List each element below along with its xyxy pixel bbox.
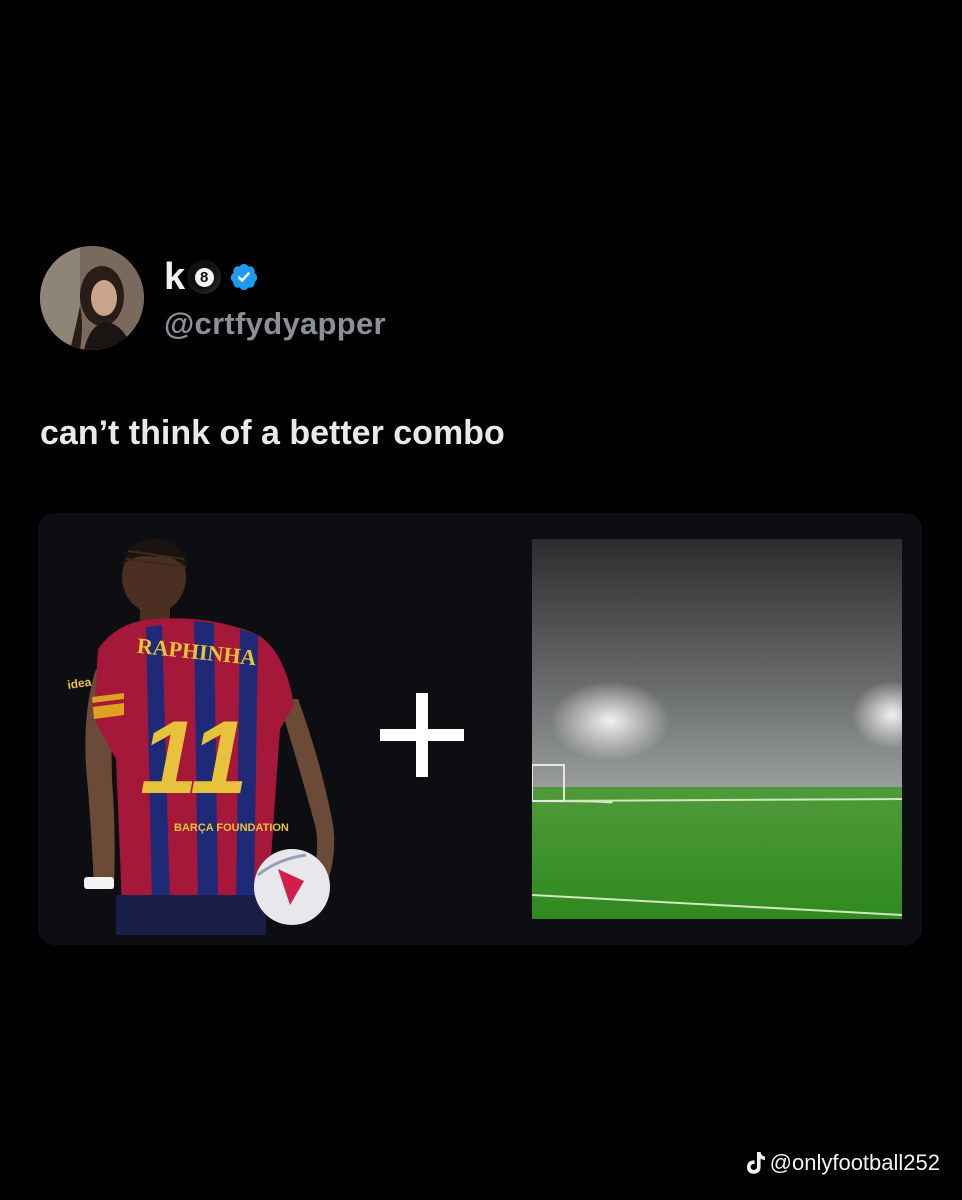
tiktok-icon [746, 1152, 765, 1174]
rainy-pitch-image [532, 539, 902, 919]
avatar[interactable] [40, 246, 144, 350]
rainy-pitch-photo [532, 539, 902, 919]
eight-ball-number: 8 [194, 267, 214, 287]
author-header: k 8 @crtfydyapper [40, 246, 386, 350]
plus-icon [380, 693, 464, 777]
tweet-card: k 8 @crtfydyapper can’t think of a bette… [0, 0, 962, 1200]
tweet-text: can’t think of a better combo [40, 414, 505, 452]
tiktok-watermark: @onlyfootball252 [746, 1150, 940, 1176]
jersey-number: 11 [140, 700, 248, 816]
author-handle[interactable]: @crtfydyapper [164, 306, 386, 342]
display-name[interactable]: k [164, 258, 185, 296]
sleeve-text: idea [66, 675, 92, 692]
verified-badge-icon [231, 263, 258, 291]
player-image: RAPHINHA 11 BARÇA FOUNDATION idea [66, 538, 335, 935]
eight-ball-icon: 8 [187, 260, 222, 294]
watermark-handle: @onlyfootball252 [769, 1150, 940, 1175]
jersey-sponsor: BARÇA FOUNDATION [174, 822, 289, 834]
avatar-photo [40, 246, 144, 350]
media-image[interactable]: RAPHINHA 11 BARÇA FOUNDATION idea [38, 513, 922, 945]
